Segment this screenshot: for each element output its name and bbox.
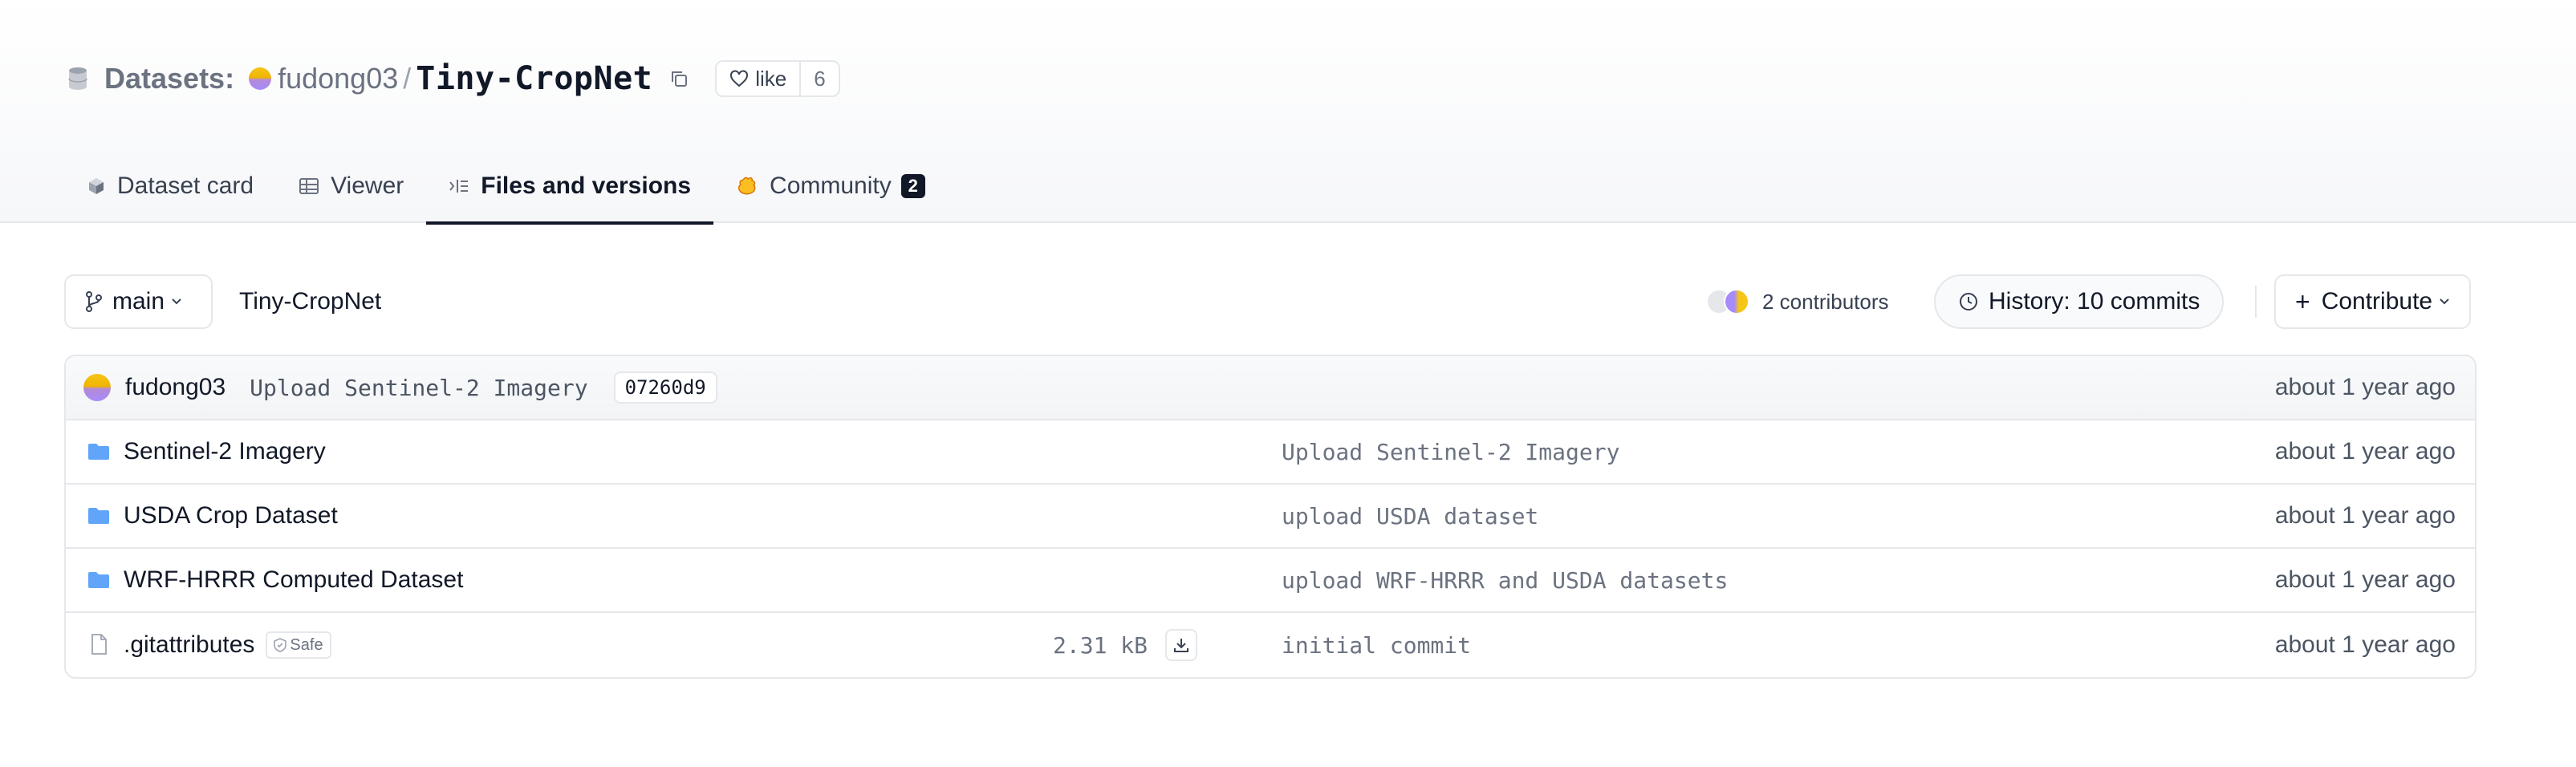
table-row[interactable]: USDA Crop Dataset upload USDA dataset ab… <box>66 485 2475 549</box>
file-name[interactable]: WRF-HRRR Computed Dataset <box>124 566 463 594</box>
tab-label: Viewer <box>331 172 404 199</box>
org-avatar[interactable] <box>249 67 272 90</box>
copy-icon[interactable] <box>667 67 691 91</box>
file-name[interactable]: Sentinel-2 Imagery <box>124 438 326 465</box>
table-row[interactable]: Sentinel-2 Imagery Upload Sentinel-2 Ima… <box>66 420 2475 485</box>
tab-files-and-versions[interactable]: Files and versions <box>426 149 713 225</box>
file-time: about 1 year ago <box>2274 631 2456 658</box>
file-time: about 1 year ago <box>2274 502 2456 529</box>
path-separator: / <box>403 62 412 95</box>
file-name-group: .gitattributes Safe <box>124 631 331 659</box>
chevron-down-icon <box>172 298 181 305</box>
history-button[interactable]: History: 10 commits <box>1934 274 2225 329</box>
download-icon <box>1174 639 1188 652</box>
tab-dataset-card[interactable]: Dataset card <box>64 149 276 223</box>
tab-viewer[interactable]: Viewer <box>276 149 426 223</box>
table-icon <box>299 178 319 194</box>
toolbar-divider <box>2255 286 2257 318</box>
safe-badge[interactable]: Safe <box>266 631 331 659</box>
heart-icon <box>730 70 749 87</box>
contribute-button[interactable]: + Contribute <box>2274 274 2472 329</box>
git-branch-icon <box>86 291 102 312</box>
avatar[interactable] <box>83 374 111 401</box>
download-button[interactable] <box>1165 629 1197 661</box>
chevron-down-icon <box>2440 298 2449 305</box>
tab-community[interactable]: Community 2 <box>713 149 948 223</box>
file-name[interactable]: .gitattributes <box>124 631 254 659</box>
file-time: about 1 year ago <box>2274 438 2456 465</box>
community-count-badge: 2 <box>900 174 925 198</box>
tab-label: Files and versions <box>481 172 692 199</box>
current-path[interactable]: Tiny-CropNet <box>239 274 381 329</box>
repo-header: Datasets: fudong03 / Tiny-CropNet like 6 <box>0 0 2576 225</box>
repo-tabs: Dataset card Viewer Files and versions C… <box>64 149 948 225</box>
folder-icon <box>88 572 109 588</box>
clock-icon <box>1960 293 1977 310</box>
tab-label: Dataset card <box>117 172 254 199</box>
file-size: 2.31 kB <box>1053 631 1148 659</box>
files-toolbar: main Tiny-CropNet 2 contributors History… <box>64 274 2476 329</box>
hf-hand-icon <box>737 177 756 195</box>
avatar <box>1724 289 1749 315</box>
like-button[interactable]: like 6 <box>715 60 840 97</box>
folder-icon <box>88 508 109 524</box>
datasets-label: Datasets: <box>104 62 235 95</box>
contributors-link[interactable]: 2 contributors <box>1706 274 1889 329</box>
contributors-count: 2 contributors <box>1762 289 1889 314</box>
tab-label: Community <box>770 172 892 199</box>
commit-message[interactable]: Upload Sentinel-2 Imagery <box>250 375 587 401</box>
history-label: History: 10 commits <box>1989 288 2200 315</box>
cube-icon <box>89 178 104 194</box>
files-icon <box>449 180 469 193</box>
safe-label: Safe <box>290 635 323 654</box>
file-commit-message[interactable]: Upload Sentinel-2 Imagery <box>1282 439 1619 465</box>
file-time: about 1 year ago <box>2274 566 2456 593</box>
file-list: fudong03 Upload Sentinel-2 Imagery 07260… <box>64 355 2476 679</box>
commit-time: about 1 year ago <box>2274 374 2456 400</box>
file-name[interactable]: USDA Crop Dataset <box>124 502 338 530</box>
file-icon <box>91 634 107 655</box>
table-row[interactable]: WRF-HRRR Computed Dataset upload WRF-HRR… <box>66 549 2475 613</box>
last-commit-row: fudong03 Upload Sentinel-2 Imagery 07260… <box>66 356 2475 420</box>
file-commit-message[interactable]: initial commit <box>1282 632 1471 659</box>
table-row[interactable]: .gitattributes Safe 2.31 kB initial comm… <box>66 613 2475 677</box>
like-label: like <box>755 66 787 91</box>
branch-name: main <box>112 288 165 315</box>
like-count[interactable]: 6 <box>801 67 838 91</box>
contributor-avatars <box>1706 289 1754 315</box>
folder-icon <box>88 444 109 460</box>
file-commit-message[interactable]: upload USDA dataset <box>1282 503 1538 530</box>
repo-title-row: Datasets: fudong03 / Tiny-CropNet like 6 <box>64 58 840 99</box>
repo-name-link[interactable]: Tiny-CropNet <box>416 60 652 97</box>
file-commit-message[interactable]: upload WRF-HRRR and USDA datasets <box>1282 567 1728 594</box>
contribute-label: Contribute <box>2321 288 2433 315</box>
branch-selector[interactable]: main <box>64 274 213 329</box>
commit-author[interactable]: fudong03 <box>125 374 226 401</box>
commit-hash[interactable]: 07260d9 <box>613 371 717 404</box>
shield-icon <box>274 638 287 652</box>
org-link[interactable]: fudong03 <box>278 62 398 95</box>
plus-icon: + <box>2295 286 2310 316</box>
database-icon <box>64 65 91 92</box>
